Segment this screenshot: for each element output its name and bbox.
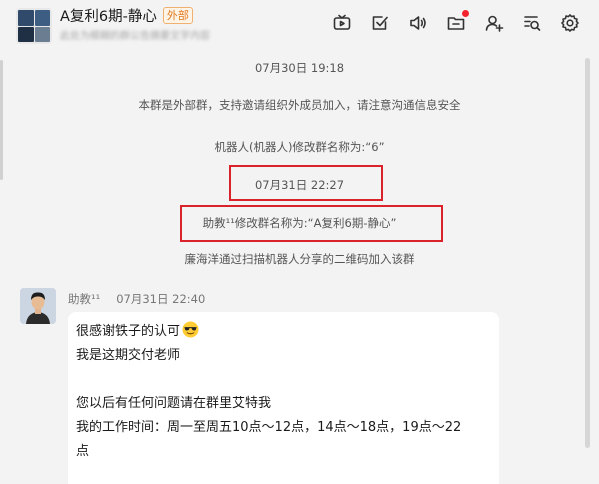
gear-icon[interactable]: [559, 12, 581, 34]
add-member-icon[interactable]: [483, 12, 505, 34]
highlight-box-timestamp: [229, 165, 383, 201]
system-notice-member-joined: 廉海洋通过扫描机器人分享的二维码加入该群: [184, 252, 415, 266]
task-check-icon[interactable]: [369, 12, 391, 34]
notification-dot: [462, 10, 469, 17]
sunglasses-emoji-icon: [182, 321, 199, 338]
search-history-icon[interactable]: [521, 12, 543, 34]
group-title[interactable]: A复利6期-静心: [60, 5, 157, 26]
message-line: 我是这期交付老师: [76, 348, 181, 363]
message-line: 很感谢铁子的认可: [76, 320, 491, 344]
left-panel-edge: [0, 60, 3, 180]
message-line: 您以后有任何问题请在群里艾特我: [76, 396, 272, 411]
message-line: 点: [76, 444, 90, 459]
highlight-box-rename: [180, 205, 443, 242]
message-meta: 助教¹¹ 07月31日 22:40: [68, 291, 205, 307]
external-tag: 外部: [162, 6, 193, 24]
sender-name[interactable]: 助教¹¹: [68, 292, 100, 306]
timestamp: 07月30日 19:18: [254, 61, 345, 75]
system-notice-rename: 机器人(机器人)修改群名称为:“6”: [214, 140, 385, 154]
message-time: 07月31日 22:40: [116, 292, 206, 306]
group-avatar[interactable]: [16, 8, 52, 44]
chat-header: A复利6期-静心 外部 此处为模糊的群公告摘要文字内容: [0, 0, 599, 48]
title-row: A复利6期-静心 外部: [60, 5, 193, 25]
group-notice-preview[interactable]: 此处为模糊的群公告摘要文字内容: [60, 27, 310, 41]
system-notice-external-group: 本群是外部群，支持邀请组织外成员加入，请注意沟通信息安全: [138, 98, 461, 112]
message-bubble[interactable]: 很感谢铁子的认可 我是这期交付老师 您以后有任何问题请在群里艾特我 我的工作时间…: [68, 312, 499, 484]
folder-icon[interactable]: [445, 10, 469, 34]
avatar[interactable]: [20, 288, 56, 324]
speaker-icon[interactable]: [407, 12, 429, 34]
message-line: 我的工作时间：周一至周五10点～12点，14点～18点，19点～22: [76, 420, 462, 435]
tv-icon[interactable]: [331, 12, 353, 34]
